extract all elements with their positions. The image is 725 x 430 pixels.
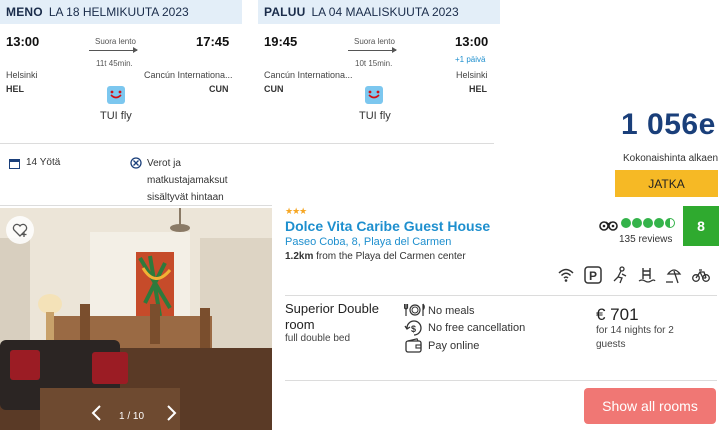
feature-no-meals: No meals <box>428 305 475 317</box>
wallet-icon <box>405 338 422 353</box>
return-from-city: Cancún Internationa... <box>264 70 353 80</box>
svg-text:$: $ <box>411 324 416 334</box>
return-to-code: HEL <box>469 84 487 94</box>
room-name-line-2: room <box>285 317 315 332</box>
info-divider <box>0 205 272 206</box>
outbound-carrier: TUI fly <box>100 110 132 122</box>
wifi-icon <box>558 268 574 282</box>
hotel-divider <box>285 295 717 296</box>
rating-bubble <box>621 218 631 228</box>
outbound-to-city: Cancún Internationa... <box>144 70 233 80</box>
return-arrow-icon <box>348 47 397 53</box>
room-price: € 701 <box>596 305 639 324</box>
review-count[interactable]: 135 reviews <box>619 234 672 245</box>
return-duration: 10t 15min. <box>355 59 393 68</box>
feature-pay-online: Pay online <box>428 340 480 352</box>
svg-text:P: P <box>589 269 597 283</box>
outbound-duration: 11t 45min. <box>96 59 133 68</box>
room-bed: full double bed <box>285 333 351 344</box>
beach-icon <box>666 269 682 284</box>
hotel-stars: ★★★ <box>285 206 307 216</box>
outbound-from-city: Helsinki <box>6 70 38 80</box>
chevron-right-icon <box>167 405 177 421</box>
return-flight-type: Suora lento <box>354 37 395 46</box>
outbound-header: MENO LA 18 HELMIKUUTA 2023 <box>0 0 242 24</box>
jatka-button[interactable]: JATKA <box>615 170 718 197</box>
price-note-line-2: guests <box>596 339 626 350</box>
no-refund-icon: $ <box>404 320 422 336</box>
no-fee-icon <box>130 156 142 174</box>
return-from-code: CUN <box>264 84 284 94</box>
return-direction: PALUU <box>264 5 306 19</box>
rating-bubbles <box>621 218 675 228</box>
feature-no-free-cancellation: No free cancellation <box>428 322 526 334</box>
hotel-distance: 1.2km from the Playa del Carmen center <box>285 251 466 262</box>
return-date: LA 04 MAALISKUUTA 2023 <box>311 5 459 19</box>
return-to-city: Helsinki <box>456 70 488 80</box>
photo-next-button[interactable] <box>166 404 178 427</box>
chevron-left-icon <box>91 405 101 421</box>
hotel-distance-value: 1.2km <box>285 251 314 262</box>
return-arrive-time: 13:00 <box>455 34 489 49</box>
no-meals-icon <box>404 303 425 316</box>
outbound-to-code: CUN <box>209 84 229 94</box>
return-carrier: TUI fly <box>359 110 391 122</box>
show-all-rooms-button[interactable]: Show all rooms <box>584 388 716 424</box>
outbound-direction: MENO <box>6 5 43 19</box>
tripadvisor-owl-icon <box>599 218 618 236</box>
hotel-address[interactable]: Paseo Coba, 8, Playa del Carmen <box>285 236 451 248</box>
photo-prev-button[interactable] <box>90 404 102 428</box>
calendar-icon <box>9 156 20 174</box>
nights-count: 14 Yötä <box>26 157 61 168</box>
hotel-photo[interactable]: 1 / 10 <box>0 208 272 430</box>
hotel-photo-illustration <box>0 208 272 430</box>
kids-club-icon <box>613 266 627 284</box>
hotel-name-link[interactable]: Dolce Vita Caribe Guest House <box>285 218 490 234</box>
pool-icon <box>638 268 656 283</box>
return-depart-time: 19:45 <box>264 34 298 49</box>
taxes-line-3: sisältyvät hintaan <box>147 192 224 203</box>
flights-divider <box>0 143 494 144</box>
return-next-day: +1 päivä <box>455 55 486 64</box>
tui-logo-icon <box>365 86 383 104</box>
photo-counter: 1 / 10 <box>119 411 145 422</box>
favorite-button[interactable] <box>6 216 34 244</box>
total-price: 1 056e <box>621 108 716 141</box>
score-badge: 8 <box>683 206 719 246</box>
tui-logo-icon <box>107 86 125 104</box>
outbound-from-code: HEL <box>6 84 24 94</box>
outbound-date: LA 18 HELMIKUUTA 2023 <box>48 5 189 19</box>
taxes-line-1: Verot ja <box>147 158 181 169</box>
total-price-label: Kokonaishinta alkaen <box>623 153 719 164</box>
hotel-distance-text: from the Playa del Carmen center <box>313 251 466 262</box>
bicycle-icon <box>692 269 710 282</box>
taxes-line-2: matkustajamaksut <box>147 175 228 186</box>
room-divider <box>285 380 717 381</box>
rating-bubble <box>643 218 653 228</box>
outbound-arrow-icon <box>89 47 138 53</box>
outbound-depart-time: 13:00 <box>6 34 40 49</box>
room-name-line-1: Superior Double <box>285 301 379 316</box>
rating-bubble <box>632 218 642 228</box>
parking-icon: P <box>584 266 602 284</box>
outbound-flight-type: Suora lento <box>95 37 136 46</box>
outbound-arrive-time: 17:45 <box>196 34 230 49</box>
heart-plus-icon <box>12 223 28 237</box>
return-header: PALUU LA 04 MAALISKUUTA 2023 <box>258 0 500 24</box>
price-note-line-1: for 14 nights for 2 <box>596 325 674 336</box>
rating-bubble <box>654 218 664 228</box>
rating-bubble-half <box>665 218 675 228</box>
